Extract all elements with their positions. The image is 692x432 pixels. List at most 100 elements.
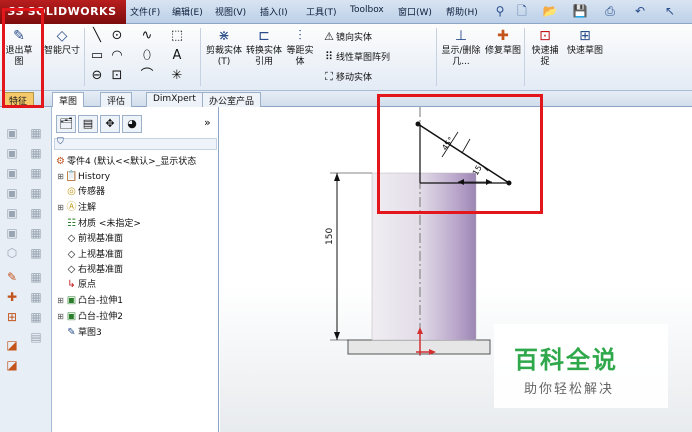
tree-item-boss-extrude2[interactable]: ⊞ ▣ 凸台-拉伸2 — [56, 310, 123, 324]
pattern-tool-icon[interactable]: ⊞ — [4, 309, 20, 325]
menu-insert[interactable]: 插入(I) — [260, 5, 288, 18]
layer-tool-icon[interactable]: ◪ — [4, 357, 20, 373]
tree-filter[interactable]: ⛉ — [54, 137, 217, 150]
grid-icon[interactable]: ▦ — [28, 125, 44, 141]
trim-entities-button[interactable]: ⋇ 剪裁实体(T) — [204, 26, 244, 88]
property-tab-icon[interactable]: ▤ — [78, 115, 98, 133]
grid-icon[interactable]: ▦ — [28, 185, 44, 201]
spline-icon[interactable]: ∿ — [138, 28, 156, 44]
menu-view[interactable]: 视图(V) — [215, 5, 246, 18]
config-tab-icon[interactable]: ✥ — [100, 115, 120, 133]
undo-icon[interactable]: ↶ — [632, 3, 648, 19]
layer-tool-icon[interactable]: ◪ — [4, 337, 20, 353]
quick-snap-button[interactable]: ⊡ 快速捕捉 — [528, 26, 562, 88]
cube-icon[interactable]: ▣ — [4, 125, 20, 141]
tree-item-front-plane[interactable]: ◇ 前视基准面 — [65, 232, 123, 246]
tab-evaluate[interactable]: 评估 — [100, 92, 133, 107]
height-dimension-text[interactable]: 150 — [325, 228, 335, 245]
cube-icon[interactable]: ▣ — [4, 205, 20, 221]
smart-dimension-button[interactable]: ◇ 智能尺寸 — [42, 26, 82, 88]
repair-sketch-button[interactable]: ✚ 修复草图 — [484, 26, 522, 88]
tree-item-sensors[interactable]: ◎ 传感器 — [65, 185, 105, 199]
text-icon[interactable]: A — [168, 48, 186, 64]
grid-icon[interactable]: ▦ — [28, 165, 44, 181]
angle-dimension-text[interactable]: 45° — [440, 135, 456, 152]
solidworks-logo[interactable]: 3S SOLIDWORKS — [0, 0, 126, 24]
tab-features[interactable]: 特征 — [2, 92, 35, 107]
tab-office-products[interactable]: 办公室产品 — [202, 92, 262, 107]
tree-item-material[interactable]: ☷ 材质 <未指定> — [65, 217, 141, 231]
menu-tools[interactable]: 工具(T) — [306, 5, 337, 18]
feature-tree-tab-icon[interactable]: 🗂 — [56, 115, 76, 133]
cube-icon[interactable]: ▣ — [4, 145, 20, 161]
grid-icon[interactable]: ▦ — [28, 205, 44, 221]
mirror-entities-button[interactable]: ⚠ 镜向实体 — [322, 30, 372, 43]
feature-manager-panel: 🗂 ▤ ✥ ◕ » ⛉ ⚙ 零件4 (默认<<默认>_显示状态 ⊞📋History… — [52, 107, 219, 432]
linear-pattern-button[interactable]: ⠿ 线性草图阵列 — [322, 50, 390, 63]
offset-entities-button[interactable]: ⫶ 等距实体 — [284, 26, 316, 88]
expand-icon[interactable]: ⊞ — [56, 170, 65, 184]
point-icon[interactable]: ✳ — [168, 68, 186, 84]
line-icon[interactable]: ╲ — [88, 28, 106, 44]
menu-window[interactable]: 窗口(W) — [398, 5, 432, 18]
menu-edit[interactable]: 编辑(E) — [172, 5, 203, 18]
cylinder-body[interactable] — [371, 172, 477, 341]
tab-dimxpert[interactable]: DimXpert — [146, 92, 203, 107]
menu-file[interactable]: 文件(F) — [130, 5, 160, 18]
fillet-icon[interactable]: ⌒ — [138, 68, 156, 84]
grid-icon[interactable]: ▦ — [28, 225, 44, 241]
print-icon[interactable]: ⎙ — [602, 3, 618, 19]
grid-icon[interactable]: ▦ — [28, 245, 44, 261]
expand-panel-icon[interactable]: » — [204, 116, 211, 129]
pointer-icon[interactable]: ↖ — [662, 3, 678, 19]
filter-icon: ⛉ — [57, 137, 64, 147]
menu-help[interactable]: 帮助(H) — [446, 5, 478, 18]
repair-tool-icon[interactable]: ✚ — [4, 289, 20, 305]
arc-icon[interactable]: ◠ — [108, 48, 126, 64]
cube-icon[interactable]: ▣ — [4, 165, 20, 181]
tree-item-annotations[interactable]: ⊞ Ⓐ 注解 — [56, 201, 96, 215]
display-tab-icon[interactable]: ◕ — [122, 115, 142, 133]
cube-icon[interactable]: ▣ — [4, 185, 20, 201]
cube-icon[interactable]: ⬡ — [4, 245, 20, 261]
tree-item-right-plane[interactable]: ◇ 右视基准面 — [65, 263, 123, 277]
sketch-point[interactable] — [415, 121, 421, 127]
cube-icon[interactable]: ▣ — [4, 225, 20, 241]
tree-item-origin[interactable]: ↳ 原点 — [65, 278, 96, 292]
tree-root[interactable]: ⚙ 零件4 (默认<<默认>_显示状态 — [54, 155, 196, 169]
expand-icon[interactable]: ⊞ — [56, 201, 65, 215]
offset-label: 等距实体 — [286, 46, 314, 67]
grid-icon[interactable]: ▤ — [28, 329, 44, 345]
tree-item-history[interactable]: ⊞📋History — [56, 170, 110, 184]
convert-entities-button[interactable]: ⊏ 转换实体引用 — [244, 26, 284, 88]
circle-icon[interactable]: ⊙ — [108, 28, 126, 44]
rapid-sketch-button[interactable]: ⊞ 快速草图 — [566, 26, 604, 88]
expand-icon[interactable]: ⊞ — [56, 310, 65, 324]
slot-icon[interactable]: ⊖ — [88, 68, 106, 84]
menu-toolbox[interactable]: Toolbox — [350, 5, 384, 15]
rectangle-icon[interactable]: ▭ — [88, 48, 106, 64]
tree-item-top-plane[interactable]: ◇ 上视基准面 — [65, 248, 123, 262]
pin-icon[interactable]: ⚲ — [492, 3, 508, 19]
grid-icon[interactable]: ▦ — [28, 309, 44, 325]
save-icon[interactable]: 💾 — [572, 3, 588, 19]
sketch-point[interactable] — [506, 180, 512, 186]
tab-sketch[interactable]: 草图 — [52, 92, 85, 107]
grid-icon[interactable]: ▦ — [28, 289, 44, 305]
new-file-icon[interactable]: 🗋 — [514, 3, 530, 19]
tree-item-sketch3[interactable]: ✎ 草图3 — [65, 326, 101, 340]
open-folder-icon[interactable]: 📂 — [542, 3, 558, 19]
move-entities-button[interactable]: ⛶ 移动实体 — [322, 70, 372, 84]
polygon-icon[interactable]: ⊡ — [108, 68, 126, 84]
dashed-rect-icon[interactable]: ⬚ — [168, 28, 186, 44]
title-bar: 3S SOLIDWORKS 文件(F) 编辑(E) 视图(V) 插入(I) 工具(… — [0, 0, 692, 24]
sketch-tool-icon[interactable]: ✎ — [4, 269, 20, 285]
tree-item-boss-extrude1[interactable]: ⊞ ▣ 凸台-拉伸1 — [56, 294, 123, 308]
exit-sketch-button[interactable]: ✎ 退出草图 — [4, 26, 34, 88]
ellipse-icon[interactable]: ⬯ — [138, 48, 156, 64]
expand-icon[interactable]: ⊞ — [56, 294, 65, 308]
feature-manager-tabs: 🗂 ▤ ✥ ◕ » — [52, 115, 219, 135]
grid-icon[interactable]: ▦ — [28, 145, 44, 161]
display-delete-relations-button[interactable]: ⊥ 显示/删除几... — [440, 26, 482, 88]
grid-icon[interactable]: ▦ — [28, 269, 44, 285]
